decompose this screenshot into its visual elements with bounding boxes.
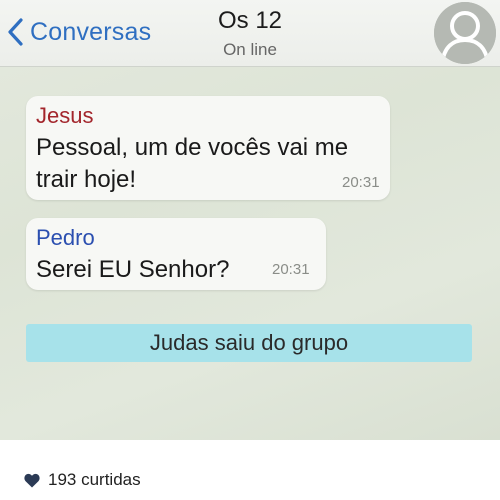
likes-count: 193 curtidas bbox=[48, 470, 141, 489]
message-text: Pessoal, um de vocês vai me trair hoje! bbox=[36, 134, 349, 193]
post-frame: Conversas Os 12 On line Jesus Pessoal, u… bbox=[0, 0, 500, 500]
system-notice: Judas saiu do grupo bbox=[26, 324, 472, 362]
message-text: Serei EU Senhor? bbox=[36, 256, 230, 283]
chat-screenshot: Conversas Os 12 On line Jesus Pessoal, u… bbox=[0, 0, 500, 440]
message-bubble[interactable]: Jesus Pessoal, um de vocês vai me trair … bbox=[26, 96, 390, 200]
back-label: Conversas bbox=[30, 17, 152, 46]
message-bubble[interactable]: Pedro Serei EU Senhor? 20:31 bbox=[26, 218, 326, 290]
message-time: 20:31 bbox=[342, 174, 380, 191]
chat-header: Conversas Os 12 On line bbox=[0, 0, 500, 67]
chat-title[interactable]: Os 12 On line bbox=[190, 6, 310, 60]
message-sender: Pedro bbox=[36, 225, 95, 250]
message-time: 20:31 bbox=[272, 261, 310, 278]
back-button[interactable]: Conversas bbox=[6, 14, 151, 50]
message-sender: Jesus bbox=[36, 103, 94, 128]
group-name: Os 12 bbox=[217, 7, 283, 34]
avatar-placeholder-icon bbox=[434, 2, 496, 64]
likes-row[interactable]: 193 curtidas bbox=[24, 470, 141, 490]
group-avatar[interactable] bbox=[434, 2, 496, 64]
heart-icon[interactable] bbox=[24, 473, 40, 488]
chevron-left-icon bbox=[6, 17, 24, 47]
online-status: On line bbox=[223, 40, 277, 59]
post-footer: 193 curtidas bbox=[0, 440, 500, 500]
